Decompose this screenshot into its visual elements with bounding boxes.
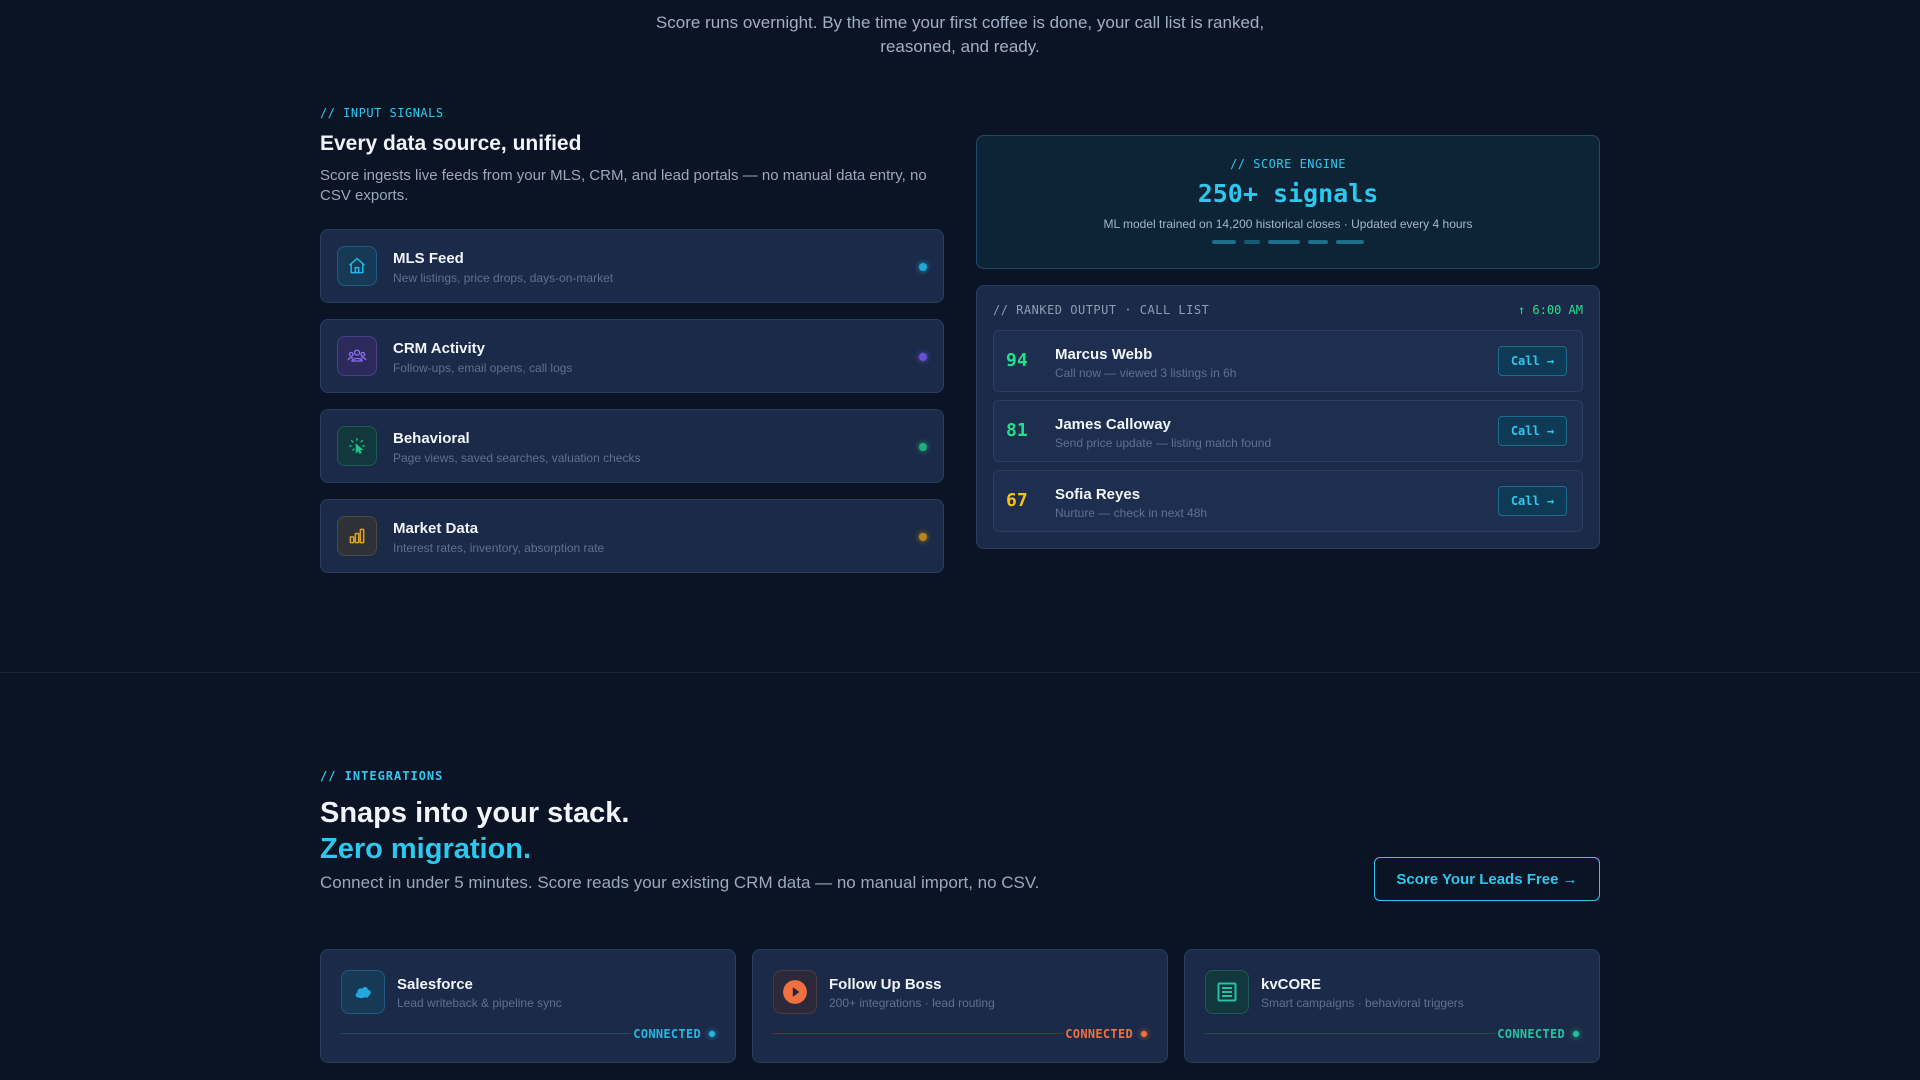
integrations-section: // INTEGRATIONS Snaps into your stack. Z…	[320, 769, 1600, 901]
source-subtitle: Interest rates, inventory, absorption ra…	[393, 541, 605, 555]
status-label: CONNECTED	[1065, 1027, 1133, 1041]
lead-row[interactable]: 81 James Calloway Send price update — li…	[993, 400, 1583, 462]
engine-bar	[1268, 240, 1300, 244]
lead-name: James Calloway	[1055, 416, 1171, 433]
signals-title: Every data source, unified	[320, 132, 582, 155]
engine-subtitle: ML model trained on 14,200 historical cl…	[1103, 217, 1473, 231]
intro-line-2: reasoned, and ready.	[880, 37, 1040, 56]
lead-note: Call now — viewed 3 listings in 6h	[1055, 366, 1237, 380]
integration-title: Follow Up Boss	[829, 976, 942, 993]
call-button[interactable]: Call →	[1498, 416, 1567, 446]
integration-subtitle: Lead writeback & pipeline sync	[397, 996, 562, 1010]
integration-subtitle: 200+ integrations · lead routing	[829, 996, 995, 1010]
source-title: CRM Activity	[393, 340, 485, 357]
integration-title: Salesforce	[397, 976, 473, 993]
source-subtitle: New listings, price drops, days-on-marke…	[393, 271, 614, 285]
engine-bar	[1308, 240, 1328, 244]
call-button[interactable]: Call →	[1498, 486, 1567, 516]
signals-description: Score ingests live feeds from your MLS, …	[320, 167, 927, 204]
document-icon	[1205, 970, 1249, 1014]
section-divider	[0, 672, 1920, 673]
status-dot	[919, 533, 927, 541]
status-dot	[919, 443, 927, 451]
integration-card-salesforce[interactable]: Salesforce Lead writeback & pipeline syn…	[320, 949, 736, 1063]
lead-row[interactable]: 94 Marcus Webb Call now — viewed 3 listi…	[993, 330, 1583, 392]
engine-bar	[1212, 240, 1236, 244]
integration-card-follow-up-boss[interactable]: Follow Up Boss 200+ integrations · lead …	[752, 949, 1168, 1063]
lead-score: 94	[1006, 350, 1028, 371]
status-dot	[1141, 1031, 1147, 1037]
bar-chart-icon	[337, 516, 377, 556]
ranked-time: ↑ 6:00 AM	[1517, 303, 1583, 317]
lead-name: Sofia Reyes	[1055, 486, 1141, 503]
lead-score: 81	[1006, 420, 1028, 441]
source-subtitle: Page views, saved searches, valuation ch…	[393, 451, 641, 465]
lead-name: Marcus Webb	[1055, 346, 1153, 363]
source-card-behavioral[interactable]: Behavioral Page views, saved searches, v…	[320, 409, 944, 483]
status-dot	[919, 353, 927, 361]
intro-text: Score runs overnight. By the time your f…	[0, 11, 1920, 59]
play-icon	[773, 970, 817, 1014]
divider-line	[773, 1033, 1063, 1034]
lead-note: Nurture — check in next 48h	[1055, 506, 1208, 520]
divider-line	[1205, 1033, 1495, 1034]
status-label: CONNECTED	[1497, 1027, 1565, 1041]
connected-status: CONNECTED	[1497, 1027, 1579, 1041]
source-card-mls[interactable]: MLS Feed New listings, price drops, days…	[320, 229, 944, 303]
lead-note: Send price update — listing match found	[1055, 436, 1272, 450]
engine-headline: 250+ signals	[1197, 179, 1379, 208]
integrations-eyebrow: // INTEGRATIONS	[320, 769, 444, 783]
call-button[interactable]: Call →	[1498, 346, 1567, 376]
status-dot	[709, 1031, 715, 1037]
source-card-crm[interactable]: CRM Activity Follow-ups, email opens, ca…	[320, 319, 944, 393]
source-list: MLS Feed New listings, price drops, days…	[320, 229, 944, 573]
status-label: CONNECTED	[633, 1027, 701, 1041]
ranked-call-list: // RANKED OUTPUT · CALL LIST ↑ 6:00 AM 9…	[976, 285, 1600, 549]
source-title: Market Data	[393, 520, 479, 537]
source-title: MLS Feed	[393, 250, 464, 267]
pointer-click-icon	[337, 426, 377, 466]
score-engine-card: // SCORE ENGINE 250+ signals ML model tr…	[976, 135, 1600, 269]
engine-bar	[1244, 240, 1260, 244]
lead-row[interactable]: 67 Sofia Reyes Nurture — check in next 4…	[993, 470, 1583, 532]
lead-score: 67	[1006, 490, 1028, 511]
source-subtitle: Follow-ups, email opens, call logs	[393, 361, 573, 375]
cloud-icon	[341, 970, 385, 1014]
integration-title: kvCORE	[1261, 976, 1322, 993]
input-signals-section: // INPUT SIGNALS Every data source, unif…	[320, 106, 944, 589]
connected-status: CONNECTED	[1065, 1027, 1147, 1041]
status-dot	[919, 263, 927, 271]
signals-eyebrow: // INPUT SIGNALS	[320, 106, 444, 120]
source-card-market[interactable]: Market Data Interest rates, inventory, a…	[320, 499, 944, 573]
divider-line	[341, 1033, 631, 1034]
integration-card-kvcore[interactable]: kvCORE Smart campaigns · behavioral trig…	[1184, 949, 1600, 1063]
connected-status: CONNECTED	[633, 1027, 715, 1041]
home-icon	[337, 246, 377, 286]
integration-subtitle: Smart campaigns · behavioral triggers	[1261, 996, 1464, 1010]
ranked-label: // RANKED OUTPUT · CALL LIST	[993, 303, 1210, 317]
integrations-title: Snaps into your stack.	[320, 797, 630, 829]
source-title: Behavioral	[393, 430, 470, 447]
engine-bar	[1336, 240, 1364, 244]
intro-line-1: Score runs overnight. By the time your f…	[655, 13, 1265, 32]
engine-eyebrow: // SCORE ENGINE	[1230, 157, 1346, 171]
score-leads-cta-button[interactable]: Score Your Leads Free →	[1374, 857, 1600, 901]
engine-progress-bars	[977, 240, 1599, 244]
status-dot	[1573, 1031, 1579, 1037]
users-icon	[337, 336, 377, 376]
